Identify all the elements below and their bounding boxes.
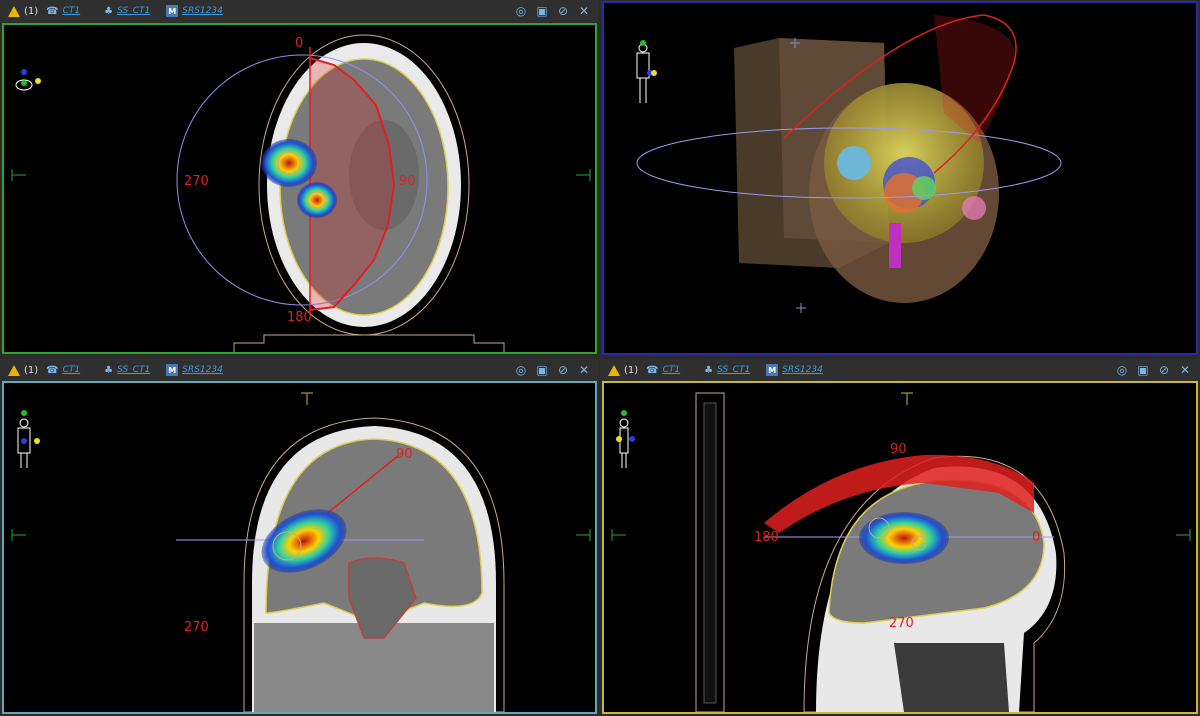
axial-couch [233,334,505,352]
target-icon[interactable]: ◎ [1115,363,1129,377]
structure-set-link[interactable]: SS_CT1 [117,365,150,375]
target-icon[interactable]: ◎ [514,4,528,18]
axial-dose-region [261,139,317,187]
axial-view[interactable]: 0 90 180 270 [2,23,597,354]
warning-indicator[interactable]: (1) [608,364,639,376]
axial-angle-0: 0 [295,36,303,51]
camera-icon[interactable]: ▣ [535,363,549,377]
plan-link[interactable]: SRS1234 [182,365,223,375]
coronal-toolbar: (1) ☎ CT1 ♣ SS_CT1 M SRS1234 ◎ ▣ ⊘ ✕ [0,359,599,381]
plan-selector[interactable]: M SRS1234 [166,364,223,376]
axial-toolbar: (1) ☎ CT1 ♣ SS_CT1 M SRS1234 ◎ ▣ ⊘ ✕ [0,0,599,22]
plan-selector[interactable]: M SRS1234 [766,364,823,376]
structure-set-icon: ♣ [104,5,114,17]
structure-set-selector[interactable]: ♣ SS_CT1 [104,6,150,17]
warning-icon [608,364,620,376]
patient-orientation-icon [17,410,40,468]
image-icon: ☎ [46,5,59,17]
axial-angle-90: 90 [399,174,416,189]
plan-link[interactable]: SRS1234 [182,6,223,16]
coronal-angle-90: 90 [396,447,413,462]
image-link[interactable]: CT1 [63,365,81,375]
ruler-icon[interactable]: ⊘ [1157,363,1171,377]
image-link[interactable]: CT1 [663,365,681,375]
patient-orientation-icon [616,410,635,468]
warning-icon [8,5,20,17]
sagittal-angle-90: 90 [890,442,907,457]
patient-orientation-icon [15,69,41,91]
coronal-view[interactable]: 90 270 [2,381,597,714]
structure-set-link[interactable]: SS_CT1 [117,6,150,16]
warning-indicator[interactable]: (1) [8,5,39,17]
image-selector[interactable]: ☎ CT1 [46,365,80,376]
image-selector[interactable]: ☎ CT1 [646,365,680,376]
three-d-structure [962,196,986,220]
sagittal-toolbar: (1) ☎ CT1 ♣ SS_CT1 M SRS1234 ◎ ▣ ⊘ ✕ [600,359,1200,381]
structure-set-selector[interactable]: ♣ SS_CT1 [104,365,150,376]
three-d-view[interactable] [602,1,1198,355]
sagittal-couch [695,392,725,712]
plan-icon: M [766,364,779,376]
ruler-icon[interactable]: ⊘ [556,363,570,377]
axial-angle-180: 180 [287,310,312,325]
plan-icon: M [166,5,179,17]
ruler-icon[interactable]: ⊘ [556,4,570,18]
structure-set-link[interactable]: SS_CT1 [717,365,750,375]
structure-set-icon: ♣ [104,364,114,376]
viewer-grid: (1) ☎ CT1 ♣ SS_CT1 M SRS1234 ◎ ▣ ⊘ ✕ 0 9… [0,0,1200,716]
warning-count: (1) [24,5,39,17]
axial-dose-region [297,182,337,218]
camera-icon[interactable]: ▣ [1136,363,1150,377]
camera-icon[interactable]: ▣ [535,4,549,18]
warning-count: (1) [24,364,39,376]
sagittal-angle-270: 270 [889,616,914,631]
three-d-structure [837,146,871,180]
three-d-structure [889,223,901,268]
plan-icon: M [166,364,179,376]
sagittal-angle-0: 0 [1032,530,1040,545]
close-icon[interactable]: ✕ [577,4,591,18]
coronal-angle-270: 270 [184,620,209,635]
sagittal-view[interactable]: 90 0 180 270 [602,381,1198,714]
image-link[interactable]: CT1 [63,6,81,16]
structure-set-selector[interactable]: ♣ SS_CT1 [704,365,750,376]
image-selector[interactable]: ☎ CT1 [46,6,80,17]
plan-selector[interactable]: M SRS1234 [166,5,223,17]
warning-icon [8,364,20,376]
close-icon[interactable]: ✕ [577,363,591,377]
image-icon: ☎ [46,364,59,376]
axial-angle-270: 270 [184,174,209,189]
sagittal-angle-180: 180 [754,530,779,545]
target-icon[interactable]: ◎ [514,363,528,377]
image-icon: ☎ [646,364,659,376]
warning-count: (1) [624,364,639,376]
warning-indicator[interactable]: (1) [8,364,39,376]
close-icon[interactable]: ✕ [1178,363,1192,377]
patient-orientation-icon [636,40,657,103]
structure-set-icon: ♣ [704,364,714,376]
plan-link[interactable]: SRS1234 [782,365,823,375]
